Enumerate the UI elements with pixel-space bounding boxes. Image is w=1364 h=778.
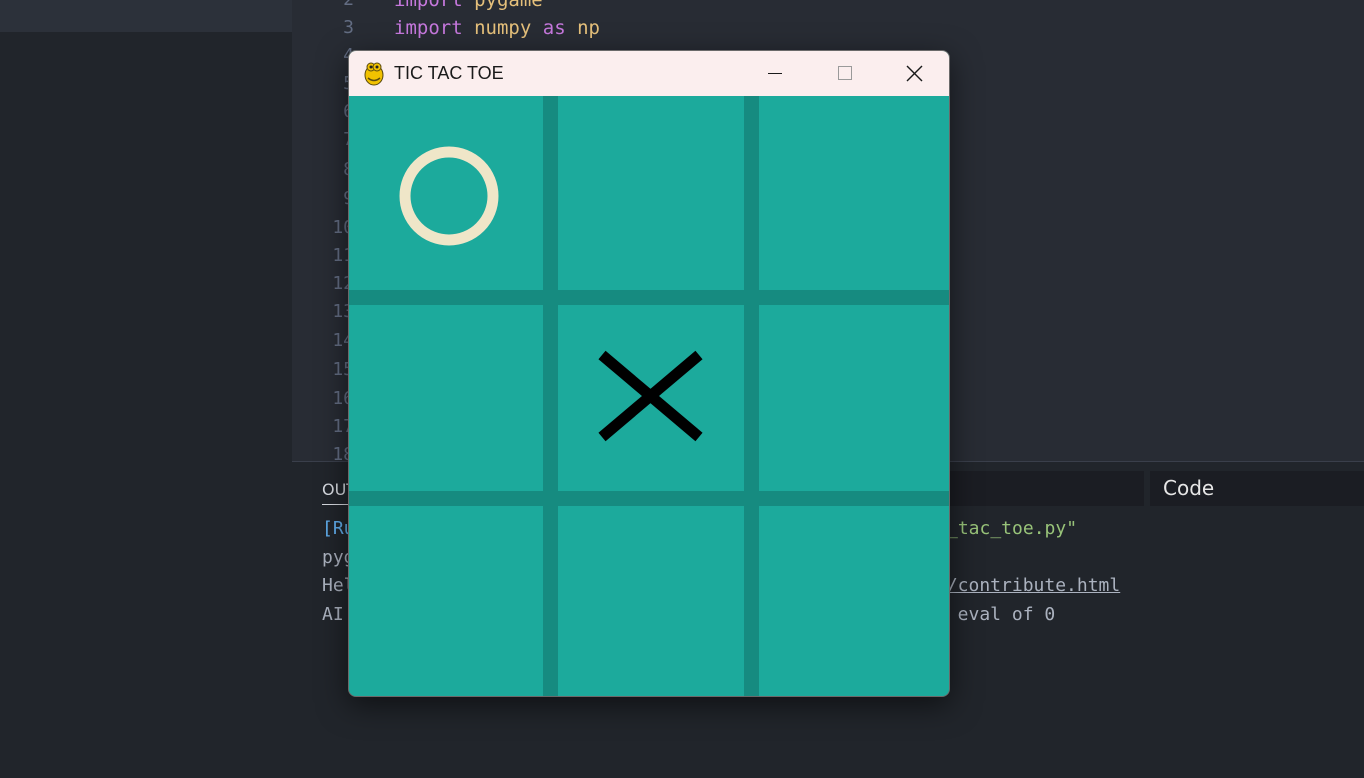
line-number: 4: [292, 42, 354, 70]
sidebar-selected-item[interactable]: [0, 0, 292, 32]
output-line: n eval of 0: [936, 604, 1056, 625]
line-number: 14: [332, 330, 354, 351]
game-board[interactable]: [349, 96, 949, 696]
board-cell-4[interactable]: [558, 305, 754, 501]
line-number: 8: [292, 156, 354, 184]
board-cell-5[interactable]: [759, 305, 949, 501]
line-number: 11: [332, 245, 354, 266]
line-number: 12: [332, 273, 354, 294]
game-window: TIC TAC TOE: [348, 50, 950, 697]
grid-line-vertical: [543, 96, 558, 696]
maximize-button[interactable]: [809, 51, 879, 96]
explorer-sidebar: [0, 0, 292, 778]
x-mark: [598, 350, 703, 442]
keyword: as: [542, 17, 566, 39]
board-cell-1[interactable]: [558, 96, 754, 292]
line-number: 3: [343, 17, 354, 38]
code-line: 2 import pygame: [292, 0, 1364, 14]
module-name: pygame: [474, 0, 543, 11]
line-number: 7: [292, 126, 354, 154]
board-cell-2[interactable]: [759, 96, 949, 292]
line-number: 15: [332, 359, 354, 380]
board-cell-0[interactable]: [349, 96, 545, 292]
line-number: 9: [292, 185, 354, 213]
line-number: 16: [332, 388, 354, 409]
keyword: import: [394, 17, 463, 39]
window-title: TIC TAC TOE: [394, 63, 504, 83]
output-link[interactable]: g/contribute.html: [936, 572, 1120, 600]
board-cell-8[interactable]: [759, 506, 949, 696]
line-number: 2: [292, 0, 354, 14]
output-line: _tac_toe.py": [947, 518, 1078, 539]
o-mark: [399, 146, 499, 246]
code-text: import numpy as np: [394, 14, 600, 42]
close-button[interactable]: [879, 51, 949, 96]
line-number: 10: [332, 217, 354, 238]
output-filter-input[interactable]: [932, 471, 1144, 506]
close-icon: [906, 65, 923, 82]
line-number: 6: [292, 98, 354, 126]
window-titlebar[interactable]: TIC TAC TOE: [349, 51, 949, 96]
output-channel-select[interactable]: Code: [1150, 471, 1364, 506]
code-text: import pygame: [394, 0, 543, 14]
board-cell-6[interactable]: [349, 506, 545, 696]
line-number: 13: [332, 301, 354, 322]
output-line: AI: [322, 604, 344, 625]
grid-line-horizontal: [349, 290, 949, 305]
line-number: 17: [332, 416, 354, 437]
keyword: import: [394, 0, 463, 11]
line-number: 18: [332, 444, 354, 461]
line-number: 5: [292, 70, 354, 98]
code-line: 3 import numpy as np: [292, 14, 1364, 42]
module-name: numpy: [474, 17, 532, 39]
board-cell-3[interactable]: [349, 305, 545, 501]
maximize-icon: [838, 66, 852, 80]
minimize-button[interactable]: [739, 51, 809, 96]
board-cell-7[interactable]: [558, 506, 754, 696]
pygame-snake-icon: [364, 62, 384, 86]
module-alias: np: [577, 17, 600, 39]
minimize-icon: [768, 73, 782, 74]
